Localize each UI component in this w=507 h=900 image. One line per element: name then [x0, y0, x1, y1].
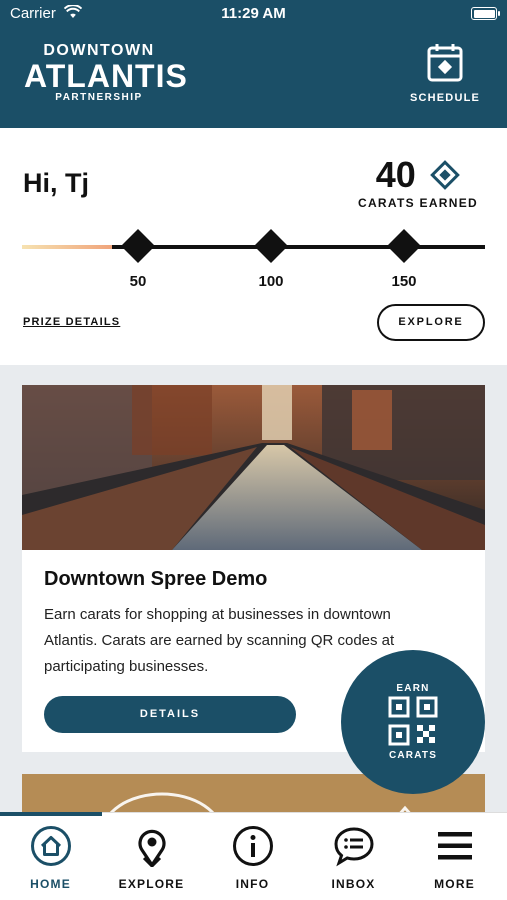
- milestone-label: 100: [258, 273, 284, 290]
- chat-icon: [334, 827, 374, 867]
- schedule-label: SCHEDULE: [409, 92, 481, 104]
- clock: 11:29 AM: [221, 5, 286, 22]
- event-title: Downtown Spree Demo: [44, 568, 268, 590]
- app-header: Carrier 11:29 AM DOWNTOWN ATLANTIS PARTN…: [0, 0, 507, 128]
- carats-count: 40: [375, 154, 416, 195]
- carats-progress-panel: Hi, Tj 40 CARATS EARNED 50 100 150 PRIZE…: [0, 128, 507, 365]
- milestone-marker: [121, 229, 155, 263]
- map-pin-icon: [138, 829, 166, 867]
- carats-counter: 40 CARATS EARNED: [353, 154, 483, 210]
- event-image: [22, 385, 485, 550]
- tab-bar: HOME EXPLORE INFO INBOX MORE: [0, 812, 507, 900]
- tab-label: MORE: [434, 877, 475, 891]
- greeting: Hi, Tj: [23, 168, 89, 198]
- gem-icon: [430, 160, 461, 190]
- tab-home[interactable]: HOME: [0, 813, 101, 900]
- calendar-icon: [427, 44, 463, 82]
- schedule-button[interactable]: SCHEDULE: [405, 42, 485, 104]
- prize-details-link[interactable]: PRIZE DETAILS: [23, 316, 120, 328]
- tab-explore[interactable]: EXPLORE: [101, 813, 202, 900]
- carats-earned-label: CARATS EARNED: [357, 196, 478, 210]
- brand-logo: DOWNTOWN ATLANTIS PARTNERSHIP: [24, 42, 188, 103]
- milestone-marker: [254, 229, 288, 263]
- status-bar: Carrier 11:29 AM: [0, 0, 507, 28]
- fab-bottom-label: CARATS: [388, 750, 438, 761]
- info-icon: [233, 826, 273, 866]
- milestone-marker: [387, 229, 421, 263]
- tab-info[interactable]: INFO: [202, 813, 303, 900]
- tab-label: INBOX: [331, 877, 376, 891]
- tab-label: HOME: [30, 877, 71, 891]
- home-icon: [31, 826, 71, 866]
- menu-icon: [438, 832, 472, 860]
- explore-button[interactable]: EXPLORE: [377, 304, 485, 341]
- progress-fill: [22, 245, 113, 249]
- fab-top-label: EARN: [396, 683, 430, 694]
- milestone-label: 150: [391, 273, 417, 290]
- details-button[interactable]: DETAILS: [44, 696, 296, 733]
- earn-carats-button[interactable]: EARN CARATS: [341, 650, 485, 794]
- tab-more[interactable]: MORE: [404, 813, 505, 900]
- battery-icon: [471, 7, 500, 20]
- tab-inbox[interactable]: INBOX: [303, 813, 404, 900]
- qr-code-icon: [388, 696, 438, 746]
- tab-label: INFO: [235, 877, 270, 891]
- tab-label: EXPLORE: [118, 877, 185, 891]
- milestone-label: 50: [129, 273, 147, 290]
- logo-line-2: ATLANTIS: [24, 58, 188, 94]
